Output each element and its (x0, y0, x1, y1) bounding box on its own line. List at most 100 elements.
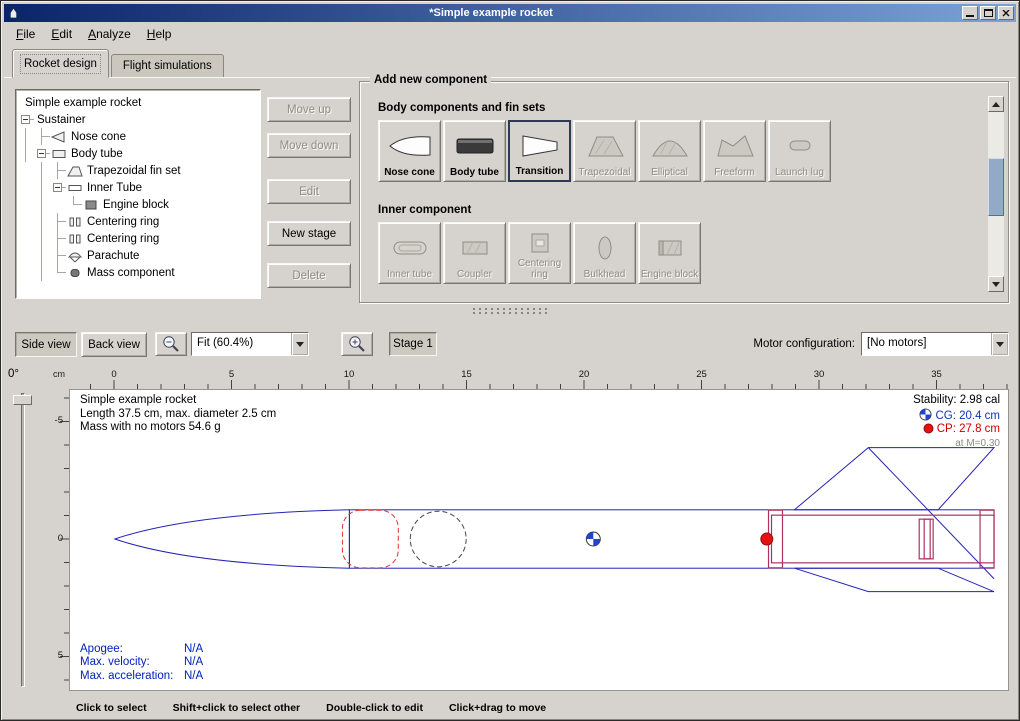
side-view-button[interactable]: Side view (15, 332, 77, 357)
tree-item-fin-set[interactable]: Trapezoidal fin set (18, 162, 258, 179)
zoom-combo-arrow[interactable] (291, 333, 308, 355)
tree-expand-toggle[interactable] (50, 179, 66, 196)
move-up-button[interactable]: Move up (267, 97, 351, 122)
tree-item-label: Parachute (84, 250, 139, 262)
tree-guide (34, 247, 50, 264)
tree-item-parachute[interactable]: Parachute (18, 247, 258, 264)
tree-guide (66, 196, 82, 213)
tab-rocket-design[interactable]: Rocket design (12, 49, 109, 78)
tree-item-nose-cone[interactable]: Nose cone (18, 128, 258, 145)
tab-flight-simulations[interactable]: Flight simulations (111, 54, 224, 78)
component-label: Elliptical (640, 168, 699, 179)
close-button[interactable] (998, 6, 1014, 20)
inner-tube-component-icon (380, 226, 439, 270)
inner-tube-shape[interactable] (772, 515, 995, 563)
tree-guide (50, 196, 66, 213)
rocket-name: Simple example rocket (80, 394, 276, 408)
maximize-button[interactable] (980, 6, 996, 20)
tree-guide (18, 179, 34, 196)
edit-button[interactable]: Edit (267, 179, 351, 204)
tree-item-sustainer[interactable]: Sustainer (18, 111, 258, 128)
tree-expand-toggle[interactable] (34, 145, 50, 162)
menu-file[interactable]: File (8, 25, 43, 43)
new-stage-button[interactable]: New stage (267, 221, 351, 246)
tree-guide (34, 264, 50, 281)
transition-component-icon (511, 125, 568, 167)
centering-ring-shape[interactable] (980, 510, 994, 568)
menu-help[interactable]: Help (139, 25, 180, 43)
ruler-label: 0 (111, 369, 116, 380)
tree-item-centering-ring-1[interactable]: Centering ring (18, 213, 258, 230)
tree-item-label: Simple example rocket (22, 97, 141, 109)
tree-item-centering-ring-2[interactable]: Centering ring (18, 230, 258, 247)
component-button-coupler[interactable]: Coupler (443, 222, 506, 284)
back-view-button[interactable]: Back view (81, 332, 147, 357)
component-button-elliptical[interactable]: Elliptical (638, 120, 701, 182)
component-tree[interactable]: Simple example rocket Sustainer Nose con… (15, 89, 261, 299)
component-label: Engine block (640, 270, 699, 281)
scrollbar-thumb[interactable] (988, 158, 1004, 216)
horizontal-ruler: 0 5 10 15 20 25 30 35 (69, 369, 1009, 389)
app-icon[interactable] (6, 6, 20, 20)
rotation-slider-track[interactable] (21, 393, 25, 687)
fin-bottom-shape[interactable] (794, 568, 994, 591)
nose-cone-icon (50, 130, 68, 144)
component-panel-scrollbar[interactable] (988, 96, 1004, 292)
component-button-transition[interactable]: Transition (508, 120, 571, 182)
menu-edit[interactable]: Edit (43, 25, 80, 43)
delete-button[interactable]: Delete (267, 263, 351, 288)
component-button-engine-block[interactable]: Engine block (638, 222, 701, 284)
scroll-up-button[interactable] (988, 96, 1004, 112)
component-button-bulkhead[interactable]: Bulkhead (573, 222, 636, 284)
rotation-slider-thumb[interactable] (13, 395, 32, 405)
rocket-dimensions: Length 37.5 cm, max. diameter 2.5 cm (80, 408, 276, 422)
tree-item-engine-block[interactable]: Engine block (18, 196, 258, 213)
titlebar[interactable]: *Simple example rocket (4, 4, 1016, 22)
tree-item-label: Body tube (68, 148, 123, 160)
zoom-out-button[interactable] (155, 332, 187, 356)
minimize-button[interactable] (962, 6, 978, 20)
component-button-freeform[interactable]: Freeform (703, 120, 766, 182)
component-button-trapezoidal[interactable]: Trapezoidal (573, 120, 636, 182)
scroll-down-button[interactable] (988, 276, 1004, 292)
body-tube-shape[interactable] (349, 510, 994, 568)
component-button-inner-tube[interactable]: Inner tube (378, 222, 441, 284)
ruler-label: 35 (931, 369, 942, 380)
zoom-in-button[interactable] (341, 332, 373, 356)
motor-combo-arrow[interactable] (991, 333, 1008, 355)
tree-item-rocket[interactable]: Simple example rocket (18, 94, 258, 111)
tree-guide (34, 230, 50, 247)
rocket-canvas[interactable]: Simple example rocket Length 37.5 cm, ma… (69, 389, 1009, 691)
motor-configuration-value: [No motors] (862, 333, 991, 355)
splitter-handle[interactable] (471, 307, 551, 316)
tree-guide (34, 196, 50, 213)
tree-guide (50, 264, 66, 281)
tree-item-body-tube[interactable]: Body tube (18, 145, 258, 162)
rocket-drawing[interactable] (70, 390, 1008, 690)
centering-ring-icon (66, 215, 84, 229)
component-button-centering-ring[interactable]: Centering ring (508, 222, 571, 284)
group-title: Add new component (370, 74, 491, 86)
tree-item-mass-component[interactable]: Mass component (18, 264, 258, 281)
ruler-label: 25 (696, 369, 707, 380)
tree-item-inner-tube[interactable]: Inner Tube (18, 179, 258, 196)
zoom-combo[interactable]: Fit (60.4%) (191, 332, 309, 356)
tree-guide (34, 213, 50, 230)
parachute-shape[interactable] (342, 510, 398, 568)
component-button-nose-cone[interactable]: Nose cone (378, 120, 441, 182)
arrow-up-icon (992, 98, 1000, 107)
component-button-body-tube[interactable]: Body tube (443, 120, 506, 182)
motor-configuration-combo[interactable]: [No motors] (861, 332, 1009, 356)
menu-analyze[interactable]: Analyze (80, 25, 139, 43)
parachute-icon (66, 249, 84, 263)
mass-component-shape[interactable] (410, 511, 466, 567)
fin-top-shape[interactable] (794, 448, 994, 510)
move-down-button[interactable]: Move down (267, 133, 351, 158)
stage-1-toggle[interactable]: Stage 1 (389, 332, 437, 356)
cg-marker (586, 532, 600, 546)
engine-block-shape[interactable] (919, 519, 933, 559)
arrow-down-icon (992, 282, 1000, 291)
nose-cone-shape[interactable] (115, 510, 350, 568)
component-button-launch-lug[interactable]: Launch lug (768, 120, 831, 182)
tree-expand-toggle[interactable] (18, 111, 34, 128)
